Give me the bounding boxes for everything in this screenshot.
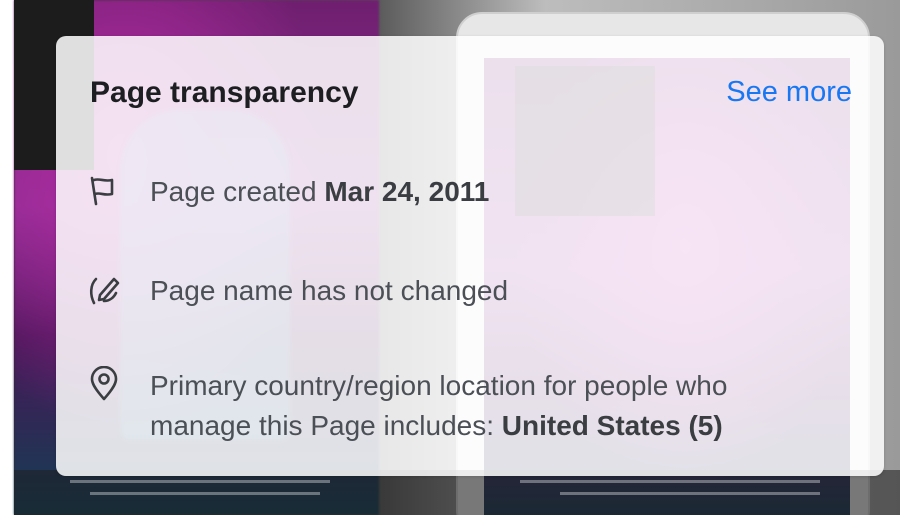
location-pin-icon xyxy=(86,365,122,402)
location-text-line2: manage this Page includes: xyxy=(150,410,502,441)
background-fine-print xyxy=(70,480,330,483)
location-text: Primary country/region location for peop… xyxy=(150,366,850,446)
page-created-label: Page created xyxy=(150,176,325,207)
page-created-row: Page created Mar 24, 2011 xyxy=(86,172,489,212)
page-created-text: Page created Mar 24, 2011 xyxy=(150,172,489,212)
card-title: Page transparency xyxy=(90,76,359,109)
location-country: United States (5) xyxy=(501,410,723,441)
page-transparency-card: Page transparency See more Page created … xyxy=(56,36,884,476)
background-fine-print xyxy=(90,492,320,495)
location-row: Primary country/region location for peop… xyxy=(86,365,850,446)
background-fine-print xyxy=(560,492,820,495)
see-more-link[interactable]: See more xyxy=(726,76,852,109)
flag-icon xyxy=(86,172,122,208)
page-name-row: Page name has not changed xyxy=(86,271,508,311)
location-text-line1: Primary country/region location for peop… xyxy=(150,370,728,401)
edit-pencil-icon xyxy=(86,271,122,307)
page-name-text: Page name has not changed xyxy=(150,275,509,306)
background-fine-print xyxy=(520,480,820,483)
page-created-date: Mar 24, 2011 xyxy=(324,176,490,207)
